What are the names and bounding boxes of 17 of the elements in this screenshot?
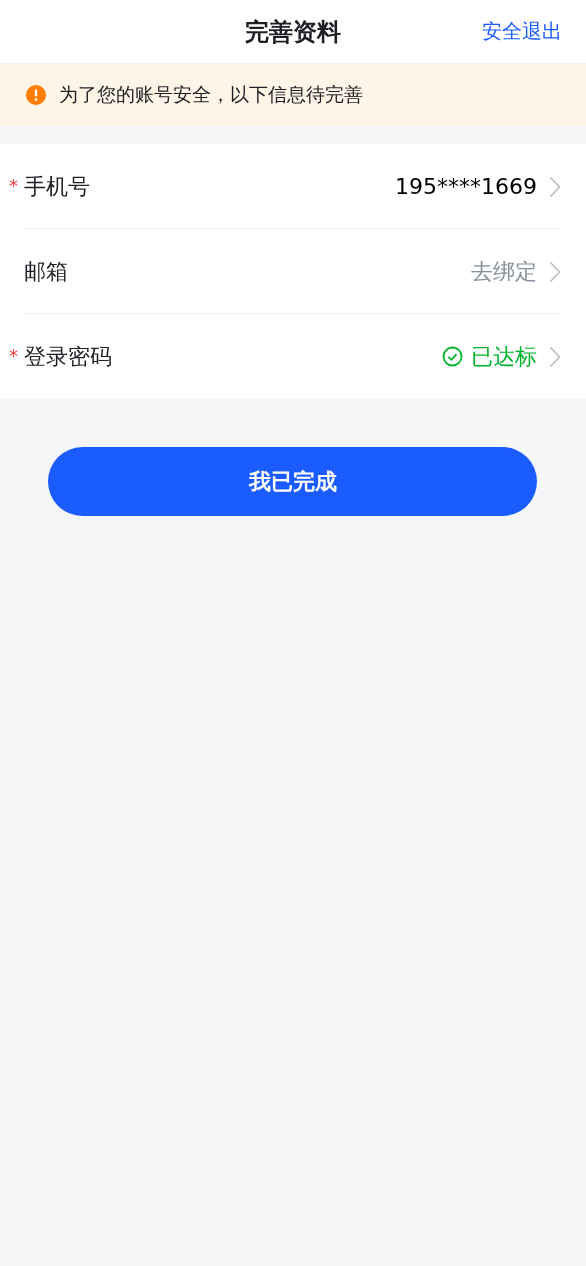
page-title: 完善资料 (245, 16, 341, 48)
check-circle-icon (442, 346, 463, 367)
logout-link[interactable]: 安全退出 (482, 18, 562, 45)
submit-button[interactable]: 我已完成 (48, 447, 537, 516)
notice-text: 为了您的账号安全，以下信息待完善 (59, 82, 363, 107)
warning-icon (26, 85, 46, 105)
settings-row[interactable]: * 登录密码 已达标 (0, 314, 561, 399)
row-value: 已达标 (471, 342, 537, 371)
required-asterisk: * (9, 175, 19, 196)
chevron-right-icon (549, 260, 561, 283)
row-label: 邮箱 (24, 257, 69, 286)
required-asterisk: * (9, 345, 19, 366)
row-value: 195****1669 (395, 174, 537, 199)
chevron-right-icon (549, 175, 561, 198)
row-label: 手机号 (24, 172, 91, 201)
chevron-right-icon (549, 345, 561, 368)
row-label: 登录密码 (24, 342, 113, 371)
